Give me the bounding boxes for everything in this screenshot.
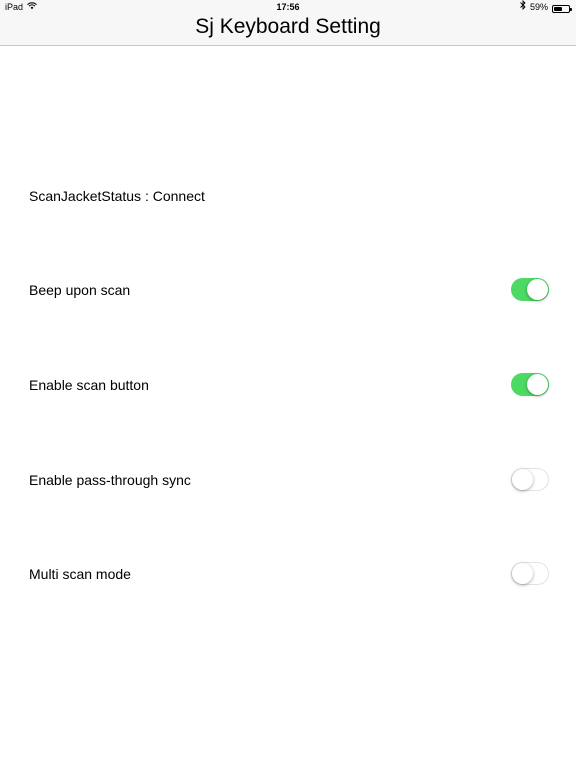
setting-row-pass-through: Enable pass-through sync [29, 468, 549, 496]
page-title: Sj Keyboard Setting [195, 15, 381, 38]
status-right: 59% [520, 0, 572, 14]
status-bar: iPad 17:56 59% [0, 0, 576, 14]
toggle-knob [512, 469, 533, 490]
beep-toggle[interactable] [511, 278, 549, 301]
toggle-knob [527, 374, 548, 395]
pass-through-sync-toggle[interactable] [511, 468, 549, 491]
bluetooth-icon [520, 0, 526, 14]
multi-scan-toggle[interactable] [511, 562, 549, 585]
status-time: 17:56 [276, 2, 300, 12]
setting-row-scan-button: Enable scan button [29, 373, 549, 401]
setting-row-beep: Beep upon scan [29, 278, 549, 306]
setting-label-scan-button: Enable scan button [29, 377, 149, 393]
setting-row-multi-scan: Multi scan mode [29, 562, 549, 590]
toggle-knob [527, 279, 548, 300]
battery-percent: 59% [529, 2, 548, 12]
scanjacket-status: ScanJacketStatus : Connect [29, 188, 205, 204]
scan-button-toggle[interactable] [511, 373, 549, 396]
setting-label-beep: Beep upon scan [29, 282, 131, 298]
battery-level [554, 6, 562, 11]
navigation-bar: Sj Keyboard Setting [0, 14, 576, 46]
setting-label-multi-scan: Multi scan mode [29, 566, 131, 582]
toggle-knob [512, 563, 533, 584]
setting-label-pass-through: Enable pass-through sync [29, 472, 191, 488]
battery-icon [552, 4, 572, 13]
